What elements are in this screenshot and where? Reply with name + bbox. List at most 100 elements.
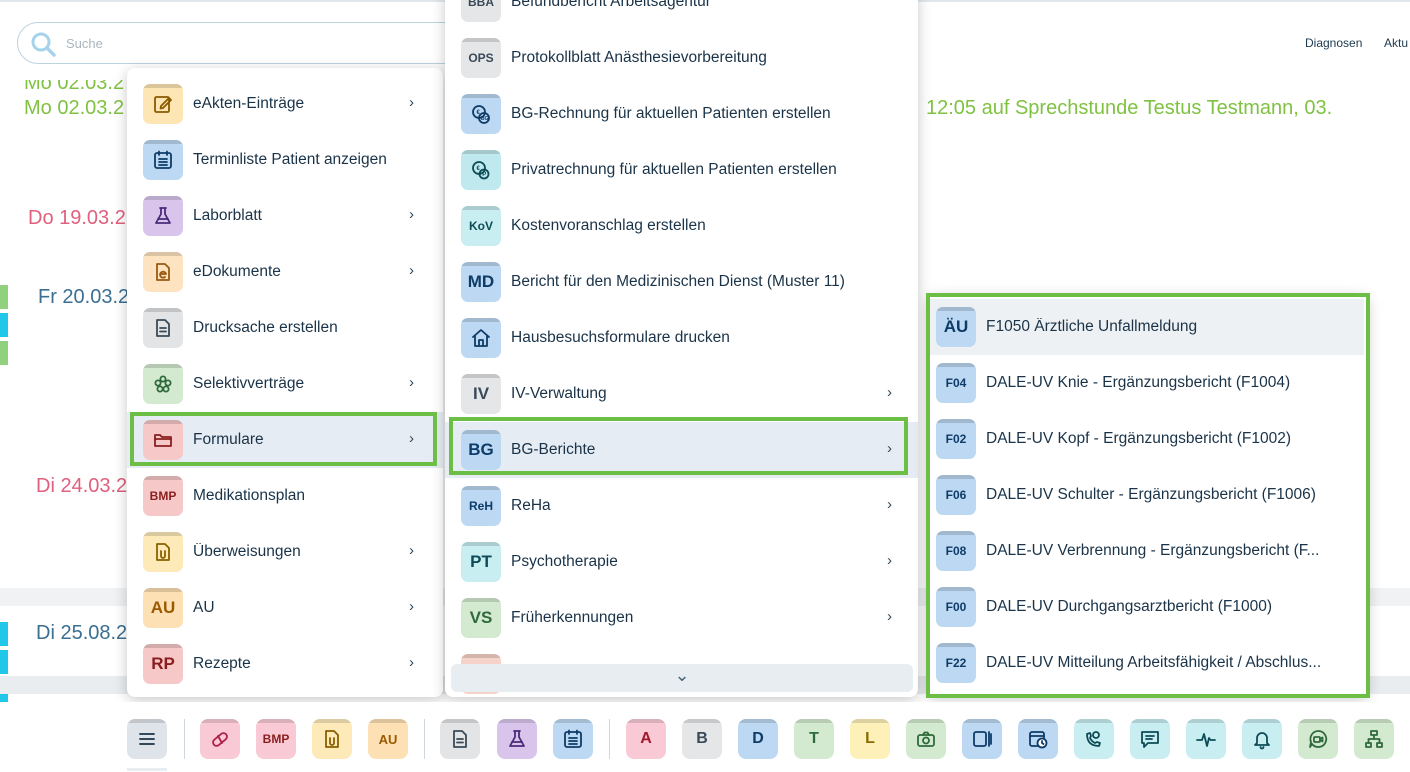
badge-vs-icon: VS	[461, 598, 501, 638]
flask-icon	[143, 196, 183, 236]
folder-icon	[143, 420, 183, 460]
badge-f08-icon: F08	[936, 531, 976, 571]
menu-item-label: Medikationsplan	[193, 487, 306, 504]
menu-item-label: Hausbesuchsformulare drucken	[511, 329, 730, 346]
forms-menu-item-hausbesuchsformulare-drucken[interactable]: Hausbesuchsformulare drucken	[445, 310, 918, 366]
bg-row-date: Fr 20.03.2	[38, 286, 130, 308]
toolbar-calendar-list-button[interactable]	[553, 719, 593, 759]
main-menu-item-au[interactable]: AU AU ›	[127, 580, 443, 636]
forms-menu-item-bericht-für-den-medizinischen-dienst-muster-11[interactable]: MD Bericht für den Medizinischen Dienst (…	[445, 254, 918, 310]
toolbar-calendar-clock-button[interactable]	[1018, 719, 1058, 759]
main-menu-item-laborblatt[interactable]: Laborblatt ›	[127, 188, 443, 244]
menu-item-label: DALE-UV Schulter - Ergänzungsbericht (F1…	[986, 486, 1316, 503]
menu-item-label: Terminliste Patient anzeigen	[193, 151, 387, 168]
status-strip	[0, 285, 8, 309]
main-menu-item-terminliste-patient-anzeigen[interactable]: Terminliste Patient anzeigen	[127, 132, 443, 188]
toolbar-d-button[interactable]: D	[738, 719, 778, 759]
search-icon	[30, 31, 56, 57]
main-menu-item-drucksache-erstellen[interactable]: Drucksache erstellen	[127, 300, 443, 356]
menu-item-label: ReHa	[511, 497, 551, 514]
main-menu-item-rezepte[interactable]: RP Rezepte ›	[127, 636, 443, 692]
bg-report-item-dale-uv-knie-ergänzungsbericht-f1004[interactable]: F04 DALE-UV Knie - Ergänzungsbericht (F10…	[928, 355, 1364, 411]
context-menu-main: eAkten-Einträge › Terminliste Patient anze…	[127, 68, 443, 697]
main-menu-item-edokumente[interactable]: eDokumente ›	[127, 244, 443, 300]
toolbar-referral-button[interactable]	[312, 719, 352, 759]
main-menu-item-selektivverträge[interactable]: Selektivverträge ›	[127, 356, 443, 412]
forms-menu-item-befundbericht-arbeitsagentur[interactable]: BBA Befundbericht Arbeitsagentur	[445, 0, 918, 30]
menu-item-label: Laborblatt	[193, 207, 262, 224]
toolbar-hierarchy-button[interactable]	[1354, 719, 1394, 759]
toolbar-bmp-button[interactable]: BMP	[256, 719, 296, 759]
toolbar-button-label: L	[865, 730, 875, 747]
status-strip	[0, 341, 8, 365]
chevron-right-icon: ›	[887, 608, 892, 625]
bg-row-date: Di 24.03.2	[36, 475, 128, 497]
search-bar[interactable]: Suche	[17, 22, 477, 64]
toolbar-vitals-button[interactable]	[1186, 719, 1226, 759]
toolbar-patient-call-button[interactable]	[1074, 719, 1114, 759]
forms-menu-item-iv-verwaltung[interactable]: IV IV-Verwaltung ›	[445, 366, 918, 422]
toolbar-au-button[interactable]: AU	[368, 719, 408, 759]
search-input[interactable]: Suche	[66, 36, 103, 51]
toolbar-document-button[interactable]	[440, 719, 480, 759]
menu-item-label: F1050 Ärztliche Unfallmeldung	[986, 318, 1198, 335]
chevron-right-icon: ›	[887, 552, 892, 569]
toolbar-video-chat-button[interactable]	[1298, 719, 1338, 759]
context-menu-forms: BBA Befundbericht Arbeitsagentur OPS Protok…	[445, 0, 918, 697]
menu-item-label: Psychotherapie	[511, 553, 618, 570]
toolbar-bell-button[interactable]	[1242, 719, 1282, 759]
scroll-down-button[interactable]: ⌄	[451, 664, 913, 692]
forms-menu-item-psychotherapie[interactable]: PT Psychotherapie ›	[445, 534, 918, 590]
toolbar-scanner-button[interactable]	[962, 719, 1002, 759]
main-menu-item-eakten-einträge[interactable]: eAkten-Einträge ›	[127, 76, 443, 132]
badge-f04-icon: F04	[936, 363, 976, 403]
forms-menu-item-bg-rechnung-für-aktuellen-patienten-erstellen[interactable]: BG € BG-Rechnung für aktuellen Patienten e…	[445, 86, 918, 142]
toolbar-pill-button[interactable]	[200, 719, 240, 759]
chevron-right-icon: ›	[887, 384, 892, 401]
bg-report-item-dale-uv-verbrennung-ergänzungsbericht-f[interactable]: F08 DALE-UV Verbrennung - Ergänzungsberic…	[928, 523, 1364, 579]
bg-report-item-dale-uv-mitteilung-arbeitsfähigkeit-abschlus[interactable]: F22 DALE-UV Mitteilung Arbeitsfähigkeit /…	[928, 635, 1364, 691]
active-indicator	[127, 768, 167, 771]
menu-item-label: IV-Verwaltung	[511, 385, 607, 402]
e-document-icon	[143, 252, 183, 292]
main-menu-item-formulare[interactable]: Formulare ›	[127, 412, 443, 468]
bg-report-item-dale-uv-kopf-ergänzungsbericht-f1002[interactable]: F02 DALE-UV Kopf - Ergänzungsbericht (F10…	[928, 411, 1364, 467]
tab-diagnosen[interactable]: Diagnosen	[1305, 36, 1362, 50]
bg-report-item-dale-uv-durchgangsarztbericht-f1000[interactable]: F00 DALE-UV Durchgangsarztbericht (F1000)	[928, 579, 1364, 635]
toolbar-b-button[interactable]: B	[682, 719, 722, 759]
forms-menu-item-kostenvoranschlag-erstellen[interactable]: KoV Kostenvoranschlag erstellen	[445, 198, 918, 254]
bg-report-item-dale-uv-schulter-ergänzungsbericht-f1006[interactable]: F06 DALE-UV Schulter - Ergänzungsbericht …	[928, 467, 1364, 523]
chevron-right-icon: ›	[409, 430, 414, 447]
toolbar-a-button[interactable]: A	[626, 719, 666, 759]
tab-aktu[interactable]: Aktu	[1384, 36, 1408, 50]
badge-f02-icon: F02	[936, 419, 976, 459]
menu-item-label: eAkten-Einträge	[193, 95, 305, 112]
badge-kov-icon: KoV	[461, 206, 501, 246]
bg-row-date: Mo 02.03.2	[24, 97, 125, 119]
toolbar-chat-button[interactable]	[1130, 719, 1170, 759]
chevron-right-icon: ›	[887, 440, 892, 457]
bg-report-item-f1050-ärztliche-unfallmeldung[interactable]: ÄU F1050 Ärztliche Unfallmeldung	[928, 299, 1364, 355]
context-menu-bg-reports: ÄU F1050 Ärztliche Unfallmeldung F04 DALE-U…	[928, 294, 1368, 696]
forms-menu-item-protokollblatt-anästhesievorbereitung[interactable]: OPS Protokollblatt Anästhesievorbereitung	[445, 30, 918, 86]
toolbar-button-label: T	[809, 730, 819, 747]
status-strip	[0, 650, 8, 674]
toolbar-l-button[interactable]: L	[850, 719, 890, 759]
forms-menu-item-bg-berichte[interactable]: BG BG-Berichte ›	[445, 422, 918, 478]
toolbar-flask-button[interactable]	[497, 719, 537, 759]
main-menu-item-medikationsplan[interactable]: BMP Medikationsplan	[127, 468, 443, 524]
badge-md-icon: MD	[461, 262, 501, 302]
main-menu-item-überweisungen[interactable]: Überweisungen ›	[127, 524, 443, 580]
bottom-toolbar: BMP AU A B D T L	[0, 702, 1410, 772]
chevron-right-icon: ›	[409, 94, 414, 111]
app-window: { "search": { "placeholder": "Suche" }, …	[0, 0, 1410, 772]
menu-item-label: Drucksache erstellen	[193, 319, 338, 336]
toolbar-t-button[interactable]: T	[794, 719, 834, 759]
document-icon	[143, 308, 183, 348]
forms-menu-item-früherkennungen[interactable]: VS Früherkennungen ›	[445, 590, 918, 646]
toolbar-camera-button[interactable]	[906, 719, 946, 759]
forms-menu-item-reha[interactable]: ReH ReHa ›	[445, 478, 918, 534]
private-invoice-icon: P €	[461, 150, 501, 190]
forms-menu-item-privatrechnung-für-aktuellen-patienten-erstellen[interactable]: P € Privatrechnung für aktuellen Patienten…	[445, 142, 918, 198]
toolbar-menu-button[interactable]	[127, 719, 167, 759]
